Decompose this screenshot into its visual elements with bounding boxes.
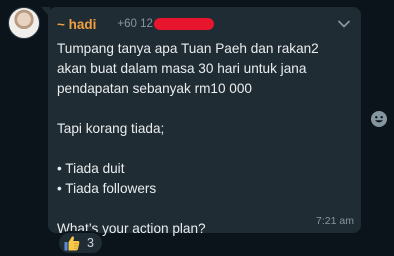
message-text: Tumpang tanya apa Tuan Paeh dan rakan2 a… — [57, 39, 355, 239]
message-line-blank — [57, 139, 355, 159]
chat-background: ~ hadi +60 12 Tumpang tanya apa Tuan Pae… — [0, 0, 394, 256]
message-timestamp: 7:21 am — [316, 215, 354, 227]
phone-redaction — [153, 17, 214, 30]
sender-phone: +60 12 — [117, 17, 214, 31]
message-line: pendapatan sebanyak rm10 000 — [57, 81, 252, 96]
message-line-blank — [57, 99, 355, 119]
sender-row: ~ hadi +60 12 — [57, 15, 214, 33]
message-bubble[interactable]: ~ hadi +60 12 Tumpang tanya apa Tuan Pae… — [48, 7, 361, 236]
message-line: akan buat dalam masa 30 hari untuk jana — [57, 61, 307, 76]
reaction-pill[interactable]: 3 — [57, 231, 104, 255]
chevron-down-icon[interactable] — [337, 17, 351, 31]
reaction-count: 3 — [87, 236, 94, 250]
sender-avatar[interactable] — [8, 7, 40, 39]
message-line: Tumpang tanya apa Tuan Paeh dan rakan2 — [57, 41, 319, 56]
message-line-blank — [57, 199, 355, 219]
sender-phone-prefix: +60 12 — [117, 18, 153, 31]
emoji-reaction-icon[interactable] — [370, 110, 388, 128]
message-line: • Tiada followers — [57, 181, 157, 196]
thumbs-up-icon — [64, 236, 80, 251]
message-line: • Tiada duit — [57, 161, 125, 176]
sender-name[interactable]: ~ hadi — [57, 17, 96, 32]
message-line: Tapi korang tiada; — [57, 121, 165, 136]
